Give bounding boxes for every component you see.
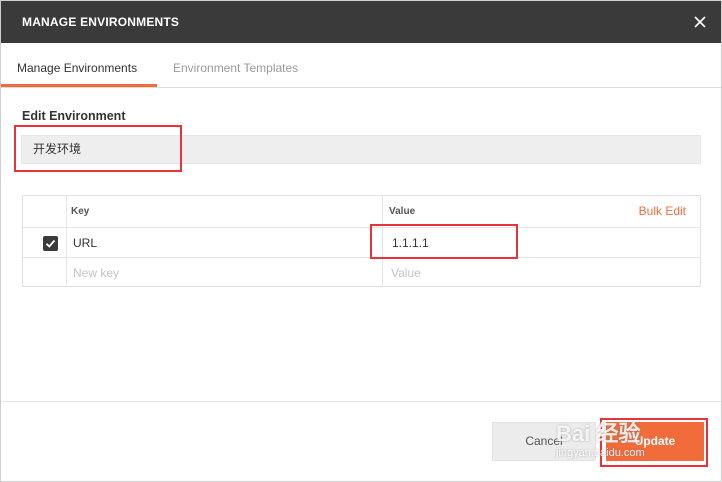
key-column-header: Key: [71, 206, 90, 217]
value-column-header: Value: [389, 206, 416, 217]
table-row-new: New key Value: [23, 257, 700, 288]
variables-table: Key Value Bulk Edit URL 1.1.1.1 New key …: [22, 195, 701, 287]
row-enabled-checkbox[interactable]: [43, 236, 58, 251]
variable-key-cell[interactable]: URL: [73, 236, 97, 250]
bulk-edit-link[interactable]: Bulk Edit: [639, 204, 686, 218]
tab-environment-templates[interactable]: Environment Templates: [173, 61, 298, 75]
dialog-titlebar: MANAGE ENVIRONMENTS: [1, 1, 721, 43]
table-row: URL 1.1.1.1: [23, 227, 700, 258]
dialog-title: MANAGE ENVIRONMENTS: [22, 15, 180, 29]
new-value-input[interactable]: Value: [391, 266, 421, 280]
table-header-row: Key Value Bulk Edit: [23, 196, 700, 226]
update-button[interactable]: Update: [606, 422, 704, 461]
tab-bar: Manage Environments Environment Template…: [1, 44, 721, 88]
manage-environments-dialog: MANAGE ENVIRONMENTS Manage Environments …: [0, 0, 722, 482]
checkmark-icon: [45, 239, 56, 248]
footer-divider: [1, 401, 721, 402]
edit-environment-label: Edit Environment: [22, 109, 126, 123]
environment-name-input[interactable]: 开发环境: [21, 135, 701, 164]
close-icon[interactable]: [691, 13, 709, 31]
new-key-input[interactable]: New key: [73, 266, 119, 280]
active-tab-indicator: [1, 84, 157, 87]
variable-value-cell[interactable]: 1.1.1.1: [392, 236, 429, 250]
tab-manage-environments[interactable]: Manage Environments: [17, 61, 137, 75]
cancel-button[interactable]: Cancel: [492, 422, 596, 461]
